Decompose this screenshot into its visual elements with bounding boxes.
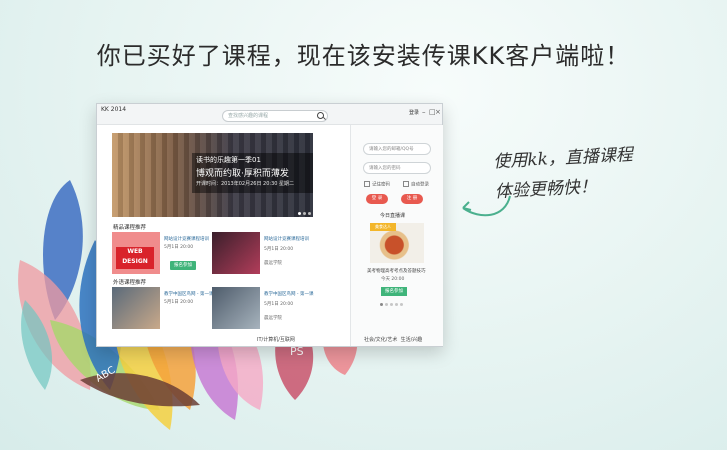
course-title[interactable]: 教学中国区鸟网 - 第一课 [264, 291, 313, 297]
web-design-badge: WEB DESIGN [116, 247, 154, 269]
handwritten-note: 使用kk，直播课程 体验更畅快！ [493, 137, 696, 207]
account-placeholder: 请输入您的邮箱/QQ号 [369, 147, 414, 152]
pager-dot[interactable] [303, 212, 306, 215]
search-icon[interactable] [317, 112, 324, 119]
app-window: KK 2014 查找感兴趣的课程 登录 – □ × 读书的乐趣第一季01 博观而… [96, 103, 443, 347]
course-image: WEB DESIGN [112, 232, 160, 274]
course-date: 5月1日 20:00 [164, 300, 194, 305]
password-input[interactable]: 请输入您的密码 [363, 162, 431, 174]
category-link[interactable]: IT/计算机/互联网 [257, 336, 295, 343]
minimize-button[interactable]: – [422, 108, 426, 116]
auto-login-label: 自动登录 [411, 182, 429, 188]
live-pager[interactable] [378, 301, 403, 308]
password-placeholder: 请输入您的密码 [369, 166, 401, 171]
course-date: 5月1日 20:00 [264, 302, 294, 307]
course-card[interactable]: 教学中国区鸟网 - 第一课 5月1日 20:00 晨远学院 [212, 287, 313, 329]
course-school: 晨远学院 [264, 316, 282, 321]
live-course-time: 今天 20:00 [381, 277, 405, 282]
close-button[interactable]: × [435, 108, 441, 116]
pager-dot[interactable] [298, 212, 301, 215]
course-date: 5月1日 20:00 [164, 245, 194, 250]
app-title: KK 2014 [101, 106, 127, 113]
featured-banner[interactable]: 读书的乐趣第一季01 博观而约取·厚积而薄发 开课时间：2013年02月26日 … [112, 133, 313, 217]
section-title-recommended: 精品课程推荐 [113, 225, 147, 231]
banner-time: 开课时间：2013年02月26日 20:30 星期二 [196, 181, 295, 187]
section-title-external: 外语课程推荐 [113, 280, 147, 286]
live-section-title: 今日直播课 [380, 213, 406, 219]
search-input[interactable]: 查找感兴趣的课程 [222, 110, 328, 122]
register-button[interactable]: 注 册 [401, 194, 423, 204]
login-panel: 请输入您的邮箱/QQ号 请输入您的密码 记住密码 自动登录 登 录 注 册 今日… [350, 125, 443, 346]
course-title[interactable]: 网站设计竞赛课程培训 [264, 236, 309, 242]
title-bar: KK 2014 查找感兴趣的课程 登录 – □ × [97, 104, 442, 125]
course-title[interactable]: 网站设计竞赛课程培训 [164, 236, 209, 242]
course-date: 5月1日 20:00 [264, 247, 294, 252]
category-link[interactable]: 社会/文化/艺术 [364, 337, 397, 343]
live-tag: 美食达人 [370, 223, 396, 231]
remember-label: 记住密码 [372, 182, 390, 188]
category-link[interactable]: 生活/兴趣 [401, 337, 423, 343]
category-links: 社会/文化/艺术 生活/兴趣 [364, 336, 422, 343]
course-card[interactable]: 网站设计竞赛课程培训 5月1日 20:00 晨远学院 [212, 232, 309, 274]
course-card[interactable]: WEB DESIGN 网站设计竞赛课程培训 5月1日 20:00 报名参加 [112, 232, 209, 274]
course-school: 晨远学院 [264, 261, 282, 266]
course-image [112, 287, 160, 329]
banner-title: 博观而约取·厚积而薄发 [196, 169, 289, 179]
pager-dot[interactable] [380, 303, 383, 306]
enroll-button[interactable]: 报名参加 [170, 261, 196, 270]
live-enroll-button[interactable]: 报名参加 [381, 287, 407, 296]
pager-dot[interactable] [390, 303, 393, 306]
pager-dot[interactable] [308, 212, 311, 215]
live-course-desc[interactable]: 美考物理高考考点及答题技巧 [367, 268, 426, 274]
pager-dot[interactable] [395, 303, 398, 306]
account-input[interactable]: 请输入您的邮箱/QQ号 [363, 143, 431, 155]
course-title[interactable]: 教学中国区鸟网 - 第一课 [164, 291, 213, 297]
headline: 你已买好了课程，现在该安装传课KK客户端啦！ [96, 42, 631, 70]
course-image [212, 287, 260, 329]
course-card[interactable]: 教学中国区鸟网 - 第一课 5月1日 20:00 [112, 287, 213, 329]
banner-pager[interactable] [296, 210, 311, 217]
pager-dot[interactable] [400, 303, 403, 306]
banner-subtitle: 读书的乐趣第一季01 [196, 156, 261, 164]
remember-checkbox[interactable]: 记住密码 [364, 181, 390, 188]
login-link[interactable]: 登录 [409, 109, 419, 116]
auto-login-checkbox[interactable]: 自动登录 [403, 181, 429, 188]
pager-dot[interactable] [385, 303, 388, 306]
login-button[interactable]: 登 录 [366, 194, 388, 204]
search-placeholder: 查找感兴趣的课程 [228, 113, 269, 119]
course-image [212, 232, 260, 274]
